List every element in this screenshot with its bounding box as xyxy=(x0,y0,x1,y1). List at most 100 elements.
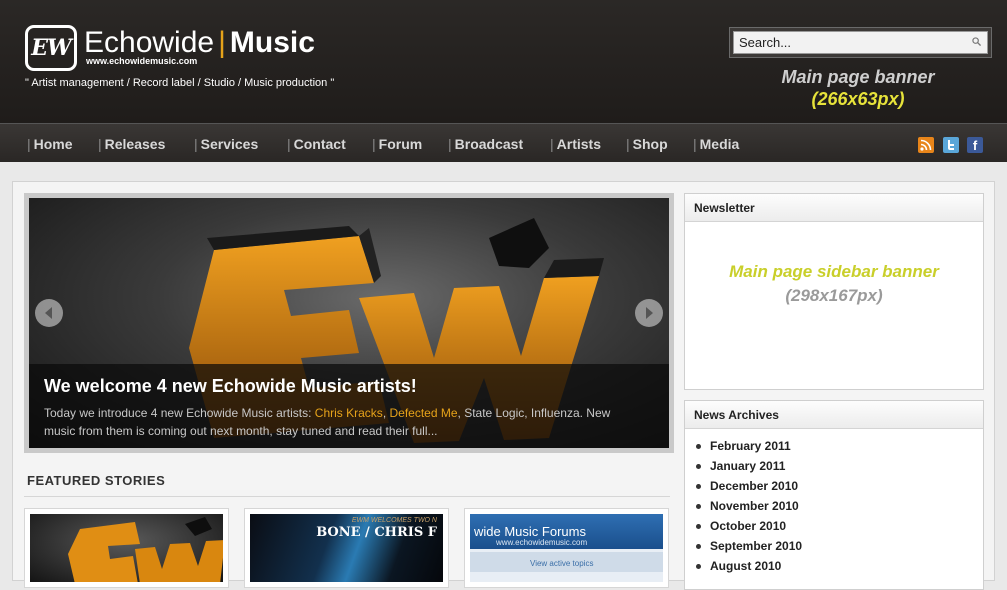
nav-separator: | xyxy=(27,136,31,152)
site-logo-text[interactable]: Echowide | Music xyxy=(84,26,315,60)
nav-item-contact[interactable]: | Contact xyxy=(287,136,346,152)
facebook-icon[interactable]: f xyxy=(967,137,983,153)
slide-description: Today we introduce 4 new Echowide Music … xyxy=(44,404,644,440)
nav-item-media[interactable]: | Media xyxy=(693,136,739,152)
thumb-caption-small: EWM WELCOMES TWO N xyxy=(351,517,437,524)
nav-separator: | xyxy=(693,136,697,152)
nav-separator: | xyxy=(372,136,376,152)
rss-icon[interactable] xyxy=(918,137,934,153)
featured-slider: We welcome 4 new Echowide Music artists!… xyxy=(24,193,674,453)
logo-name-music: Music xyxy=(229,26,315,59)
sidebar-banner-size: (298x167px) xyxy=(785,286,883,305)
archive-link[interactable]: October 2010 xyxy=(694,516,983,536)
archive-link[interactable]: November 2010 xyxy=(694,496,983,516)
nav-label: Artists xyxy=(556,136,601,152)
archive-link[interactable]: February 2011 xyxy=(694,436,983,456)
archive-link[interactable]: January 2011 xyxy=(694,456,983,476)
nav-separator: | xyxy=(626,136,630,152)
desc-text: Today we introduce 4 new Echowide Music … xyxy=(44,406,315,420)
archive-link[interactable]: August 2010 xyxy=(694,556,983,576)
nav-separator: | xyxy=(448,136,452,152)
nav-label: Media xyxy=(699,136,740,152)
thumb-forum-url: www.echowidemusic.com xyxy=(496,538,588,547)
nav-item-shop[interactable]: | Shop xyxy=(626,136,668,152)
archive-label: September 2010 xyxy=(710,539,803,553)
nav-label: Services xyxy=(200,136,259,152)
ew-logo-thumb-image xyxy=(68,517,223,582)
newsletter-widget: Newsletter Main page sidebar banner (298… xyxy=(684,193,984,390)
nav-label: Forum xyxy=(378,136,423,152)
search-box xyxy=(729,27,992,58)
search-icon[interactable] xyxy=(972,37,981,46)
thumb-forum-title: wide Music Forums xyxy=(474,524,586,539)
thumb-image xyxy=(30,514,223,582)
sidebar-banner[interactable]: Main page sidebar banner (298x167px) xyxy=(685,260,983,308)
arrow-left-icon xyxy=(45,307,52,319)
widget-title: Newsletter xyxy=(685,194,983,222)
logo-icon[interactable]: EW xyxy=(25,25,77,71)
slider-next-button[interactable] xyxy=(635,299,663,327)
bullet-icon xyxy=(696,524,701,529)
nav-label: Contact xyxy=(293,136,346,152)
nav-item-services[interactable]: | Services xyxy=(194,136,258,152)
thumb-caption-big: BONE / CHRIS F xyxy=(316,525,437,540)
featured-story-thumb[interactable] xyxy=(24,508,229,588)
archive-list: February 2011 January 2011 December 2010… xyxy=(685,429,983,576)
slide-image[interactable]: We welcome 4 new Echowide Music artists!… xyxy=(29,198,669,448)
thumb-image: EWM WELCOMES TWO N BONE / CHRIS F xyxy=(250,514,443,582)
bullet-icon xyxy=(696,484,701,489)
nav-label: Broadcast xyxy=(454,136,524,152)
site-tagline: " Artist management / Record label / Stu… xyxy=(25,77,335,89)
archive-label: January 2011 xyxy=(710,459,786,473)
sidebar-banner-label: Main page sidebar banner xyxy=(729,262,939,281)
logo-separator: | xyxy=(218,26,226,59)
arrow-right-icon xyxy=(646,307,653,319)
nav-item-releases[interactable]: | Releases xyxy=(98,136,165,152)
slide-title[interactable]: We welcome 4 new Echowide Music artists! xyxy=(44,376,417,397)
nav-separator: | xyxy=(194,136,198,152)
nav-item-forum[interactable]: | Forum xyxy=(372,136,422,152)
featured-story-thumb[interactable]: wide Music Forums www.echowidemusic.com … xyxy=(464,508,669,588)
logo-name-echowide: Echowide xyxy=(84,26,215,59)
bullet-icon xyxy=(696,544,701,549)
search-input[interactable] xyxy=(733,31,988,54)
banner-label: Main page banner xyxy=(781,67,935,87)
nav-item-broadcast[interactable]: | Broadcast xyxy=(448,136,523,152)
nav-label: Home xyxy=(33,136,73,152)
artist-link-defected-me[interactable]: Defected Me xyxy=(389,406,457,420)
nav-separator: | xyxy=(550,136,554,152)
bullet-icon xyxy=(696,564,701,569)
divider xyxy=(24,496,670,497)
thumb-image: wide Music Forums www.echowidemusic.com … xyxy=(470,514,663,582)
slider-prev-button[interactable] xyxy=(35,299,63,327)
thumb-forum-link: View active topics xyxy=(530,559,594,568)
archive-label: October 2010 xyxy=(710,519,787,533)
bullet-icon xyxy=(696,464,701,469)
bullet-icon xyxy=(696,504,701,509)
archive-link[interactable]: December 2010 xyxy=(694,476,983,496)
nav-item-home[interactable]: | Home xyxy=(27,136,73,152)
featured-story-thumb[interactable]: EWM WELCOMES TWO N BONE / CHRIS F xyxy=(244,508,449,588)
archive-label: February 2011 xyxy=(710,439,791,453)
archive-label: November 2010 xyxy=(710,499,799,513)
nav-label: Releases xyxy=(104,136,166,152)
archive-label: August 2010 xyxy=(710,559,782,573)
news-archives-widget: News Archives February 2011 January 2011… xyxy=(684,400,984,590)
slide-caption: We welcome 4 new Echowide Music artists!… xyxy=(29,364,669,448)
banner-size: (266x63px) xyxy=(811,89,905,109)
featured-stories-heading: FEATURED STORIES xyxy=(27,473,166,488)
widget-title: News Archives xyxy=(685,401,983,429)
main-nav: | Home | Releases | Services | Contact | Foru… xyxy=(0,123,1007,162)
nav-separator: | xyxy=(287,136,291,152)
site-header: EW Echowide | Music www.echowidemusic.com … xyxy=(0,0,1007,123)
nav-separator: | xyxy=(98,136,102,152)
archive-link[interactable]: September 2010 xyxy=(694,536,983,556)
bullet-icon xyxy=(696,444,701,449)
logo-url: www.echowidemusic.com xyxy=(86,56,198,66)
archive-label: December 2010 xyxy=(710,479,799,493)
artist-link-chris-kracks[interactable]: Chris Kracks xyxy=(315,406,383,420)
main-page-banner[interactable]: Main page banner (266x63px) xyxy=(729,66,987,110)
nav-item-artists[interactable]: | Artists xyxy=(550,136,601,152)
nav-label: Shop xyxy=(632,136,668,152)
twitter-icon[interactable] xyxy=(943,137,959,153)
